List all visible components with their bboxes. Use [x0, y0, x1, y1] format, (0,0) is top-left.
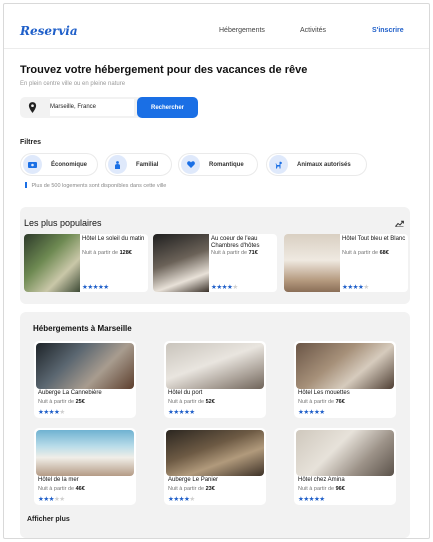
rating-stars: ★★★★★	[298, 409, 325, 416]
filter-economique[interactable]: Économique	[20, 153, 98, 176]
lodging-card[interactable]: Hôtel du port Nuit à partir de 52€ ★★★★★	[164, 341, 266, 418]
search-button[interactable]: Rechercher	[137, 97, 198, 118]
heart-icon	[181, 155, 200, 174]
rating-stars: ★★★★★	[38, 409, 65, 416]
lodging-card[interactable]: Hôtel Les mouettes Nuit à partir de 76€ …	[294, 341, 396, 418]
lodging-price: Nuit à partir de 25€	[38, 399, 85, 405]
lodging-card[interactable]: Hôtel de la mer Nuit à partir de 46€ ★★★…	[34, 428, 136, 505]
lodging-price: Nuit à partir de 76€	[298, 399, 345, 405]
popular-card[interactable]: Hôtel Tout bleu et Blanc Nuit à partir d…	[284, 234, 408, 292]
marseille-title: Hébergements à Marseille	[33, 324, 132, 333]
filter-romantique[interactable]: Romantique	[178, 153, 258, 176]
rating-stars: ★★★★★	[168, 496, 195, 503]
rating-stars: ★★★★★	[38, 496, 65, 503]
hotel-name: Hôtel Tout bleu et Blanc	[342, 236, 406, 242]
lodging-photo	[36, 430, 134, 476]
page-subtitle: En plein centre ville ou en pleine natur…	[20, 81, 126, 87]
hotel-price: Nuit à partir de 68€	[342, 250, 389, 256]
money-icon	[23, 155, 42, 174]
lodging-name: Hôtel de la mer	[38, 477, 79, 483]
lodging-photo	[166, 430, 264, 476]
lodging-price: Nuit à partir de 23€	[168, 486, 215, 492]
hotel-photo	[153, 234, 209, 292]
rating-stars: ★★★★★	[82, 284, 109, 291]
info-icon	[25, 182, 27, 188]
lodging-price: Nuit à partir de 52€	[168, 399, 215, 405]
lodging-photo	[296, 430, 394, 476]
lodging-photo	[36, 343, 134, 389]
nav-activites[interactable]: Activités	[300, 27, 326, 34]
popular-card[interactable]: Hôtel Le soleil du matin Nuit à partir d…	[24, 234, 148, 292]
lodging-name: Hôtel du port	[168, 390, 203, 396]
lodging-name: Hôtel chez Amina	[298, 477, 345, 483]
header-divider	[4, 48, 429, 49]
dog-icon	[269, 155, 288, 174]
lodging-photo	[166, 343, 264, 389]
rating-stars: ★★★★★	[211, 284, 238, 291]
marseille-section: Hébergements à Marseille Auberge La Cann…	[20, 312, 410, 538]
lodging-name: Hôtel Les mouettes	[298, 390, 350, 396]
filter-label: Familial	[136, 161, 159, 168]
lodging-price: Nuit à partir de 46€	[38, 486, 85, 492]
filter-familial[interactable]: Familial	[105, 153, 172, 176]
availability-info: Plus de 500 logements sont disponibles d…	[25, 182, 166, 189]
hotel-price: Nuit à partir de 128€	[82, 250, 132, 256]
family-icon	[108, 155, 127, 174]
lodging-photo	[296, 343, 394, 389]
hotel-name: Hôtel Le soleil du matin	[82, 236, 145, 242]
location-pin-icon	[28, 102, 37, 113]
search-bar: Marseille, France Rechercher	[20, 97, 198, 118]
hotel-name: Au coeur de l'eau Chambres d'hôtes	[211, 236, 260, 249]
lodging-card[interactable]: Hôtel chez Amina Nuit à partir de 96€ ★★…	[294, 428, 396, 505]
show-more-link[interactable]: Afficher plus	[27, 516, 70, 523]
rating-stars: ★★★★★	[342, 284, 369, 291]
filter-label: Animaux autorisés	[297, 161, 351, 168]
rating-stars: ★★★★★	[298, 496, 325, 503]
lodging-card[interactable]: Auberge Le Panier Nuit à partir de 23€ ★…	[164, 428, 266, 505]
hotel-photo	[284, 234, 340, 292]
lodging-name: Auberge Le Panier	[168, 477, 219, 483]
lodging-card[interactable]: Auberge La Cannebière Nuit à partir de 2…	[34, 341, 136, 418]
info-text: Plus de 500 logements sont disponibles d…	[31, 183, 167, 189]
filters-title: Filtres	[20, 139, 42, 146]
popular-title: Les plus populaires	[24, 218, 102, 228]
search-input[interactable]: Marseille, France	[50, 99, 134, 116]
nav-hebergements[interactable]: Hébergements	[219, 27, 265, 34]
rating-stars: ★★★★★	[168, 409, 195, 416]
page-title: Trouvez votre hébergement pour des vacan…	[20, 64, 308, 76]
hotel-price: Nuit à partir de 71€	[211, 250, 258, 256]
filter-animaux[interactable]: Animaux autorisés	[266, 153, 367, 176]
filter-label: Romantique	[209, 161, 244, 168]
brand-logo[interactable]: Reservia	[20, 24, 78, 38]
hotel-photo	[24, 234, 80, 292]
lodging-price: Nuit à partir de 96€	[298, 486, 345, 492]
nav-signup[interactable]: S'inscrire	[372, 27, 404, 34]
popular-card[interactable]: Au coeur de l'eau Chambres d'hôtes Nuit …	[153, 234, 277, 292]
trending-icon	[395, 220, 404, 227]
popular-section: Les plus populaires Hôtel Le soleil du m…	[20, 207, 410, 304]
filter-label: Économique	[51, 161, 88, 168]
lodging-name: Auberge La Cannebière	[38, 390, 102, 396]
